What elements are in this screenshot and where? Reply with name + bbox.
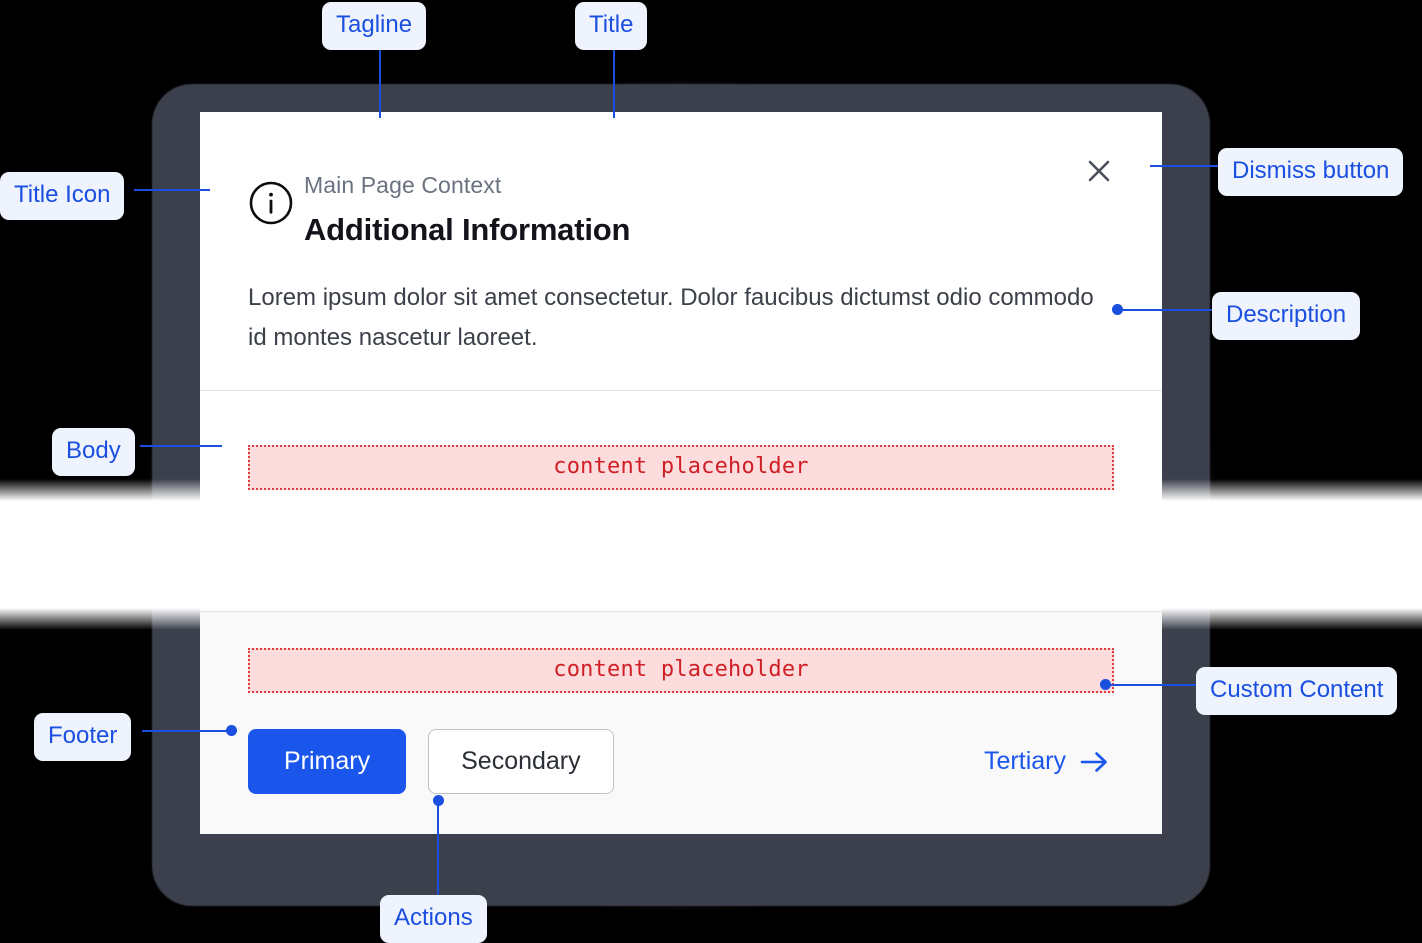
annotation-leader-actions (437, 800, 439, 896)
dialog-tagline: Main Page Context (304, 172, 502, 198)
annotation-leader-custom-content (1110, 684, 1202, 686)
dialog-title: Additional Information (304, 211, 631, 247)
annotation-title: Title (575, 2, 648, 50)
tertiary-button[interactable]: Tertiary (980, 737, 1114, 786)
body-content-placeholder: content placeholder (248, 444, 1114, 490)
annotation-footer: Footer (34, 713, 132, 761)
annotation-leader-description (1118, 309, 1218, 311)
dialog-body: content placeholder (200, 391, 1162, 611)
annotation-actions: Actions (380, 895, 487, 943)
dismiss-button[interactable] (1082, 154, 1116, 188)
annotation-title-icon: Title Icon (0, 172, 125, 220)
footer-actions: Primary Secondary Tertiary (248, 729, 1114, 794)
dialog-footer: content placeholder Primary Secondary Te… (200, 611, 1162, 834)
tertiary-button-label: Tertiary (984, 747, 1066, 775)
primary-button[interactable]: Primary (248, 729, 407, 794)
dialog-header: Main Page Context Additional Information (200, 112, 1162, 250)
arrow-right-icon (1080, 751, 1110, 773)
secondary-button[interactable]: Secondary (428, 729, 614, 794)
annotation-dot-custom-content (1100, 679, 1111, 690)
annotation-tagline: Tagline (322, 2, 427, 50)
info-circle-icon (248, 180, 294, 226)
annotation-dot-description (1112, 304, 1123, 315)
annotation-leader-title (613, 40, 615, 118)
annotation-description: Description (1212, 292, 1361, 340)
annotation-leader-title-icon (134, 189, 210, 191)
annotation-leader-footer (142, 730, 232, 732)
dialog-description: Lorem ipsum dolor sit amet consectetur. … (248, 284, 1094, 352)
annotation-leader-dismiss (1150, 165, 1222, 167)
annotation-body: Body (52, 428, 135, 476)
dialog-header-text: Main Page Context Additional Information (304, 144, 1122, 250)
annotation-leader-body (140, 445, 222, 447)
annotation-dismiss-button: Dismiss button (1218, 148, 1404, 196)
dialog: Main Page Context Additional Information… (200, 112, 1162, 834)
footer-custom-content-placeholder: content placeholder (248, 648, 1114, 693)
annotation-custom-content: Custom Content (1196, 667, 1398, 715)
annotation-dot-actions (433, 795, 444, 806)
annotation-leader-tagline (379, 40, 381, 118)
close-icon (1084, 156, 1114, 186)
annotation-dot-footer (226, 725, 237, 736)
